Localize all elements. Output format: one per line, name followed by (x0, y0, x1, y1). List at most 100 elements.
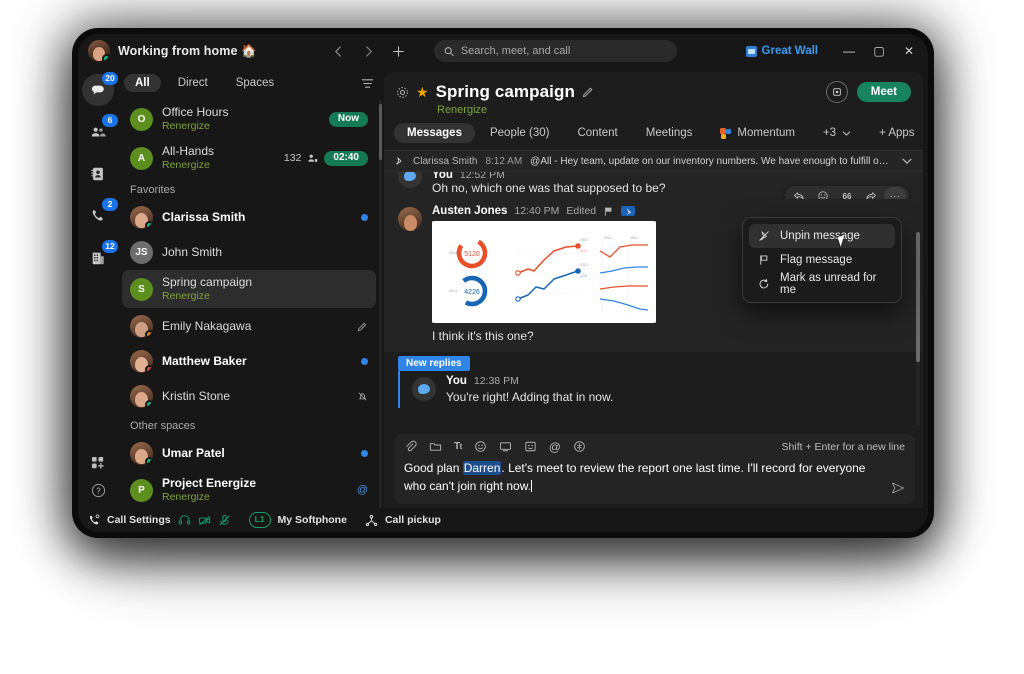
forward-button[interactable] (356, 38, 382, 64)
message-context-menu[interactable]: Unpin message Flag message Mark as unrea… (742, 217, 902, 303)
rail-item-meetings[interactable]: 6 (82, 114, 118, 148)
list-scrollbar-thumb[interactable] (379, 104, 382, 160)
filter-lines-icon[interactable] (361, 77, 374, 90)
list-item-emily-nakagawa[interactable]: Emily Nakagawa (122, 309, 376, 343)
tab-meetings[interactable]: Meetings (633, 123, 706, 143)
mic-off-icon[interactable] (218, 514, 231, 527)
minimize-button[interactable]: — (834, 37, 864, 65)
star-filled-icon[interactable]: ★ (416, 84, 429, 101)
format-text-icon[interactable]: Tt (454, 441, 462, 452)
filter-spaces[interactable]: Spaces (225, 74, 285, 92)
message-row[interactable]: You 12:52 PM Oh no, which one was that s… (384, 172, 923, 206)
avatar (398, 207, 422, 232)
emoji-icon[interactable] (474, 440, 487, 453)
unread-dot (361, 357, 368, 365)
rail-item-apps[interactable] (91, 456, 106, 471)
draft-pencil-icon (357, 321, 368, 332)
gear-icon[interactable] (396, 86, 409, 99)
context-menu-item-label: Unpin message (780, 230, 860, 242)
chevron-down-icon (842, 130, 851, 136)
context-menu-item-mark-unread[interactable]: Mark as unread for me (749, 272, 895, 296)
record-square-icon[interactable] (825, 81, 848, 103)
rail-item-calls[interactable]: 2 (82, 198, 118, 232)
close-button[interactable]: ✕ (894, 37, 924, 65)
pencil-icon[interactable] (582, 86, 594, 98)
call-pickup-group[interactable]: Call pickup (365, 514, 441, 527)
dashboard-chart-image[interactable]: 5120 2014 4226 2013 2014 5120 2013 4226 … (432, 221, 656, 324)
filter-direct[interactable]: Direct (167, 74, 219, 92)
composer-text-before: Good plan (404, 460, 463, 475)
avatar[interactable] (88, 40, 110, 62)
list-item-spring-campaign[interactable]: S Spring campaign Renergize (122, 270, 376, 308)
tab-content[interactable]: Content (564, 123, 630, 143)
list-scrollbar-track[interactable] (379, 100, 382, 508)
app-body: 20 6 2 12 ? All Direct Spaces O Office H… (78, 68, 928, 508)
rail-item-contacts[interactable] (82, 158, 114, 190)
filter-all[interactable]: All (124, 74, 161, 92)
message-list[interactable]: You 12:52 PM Oh no, which one was that s… (384, 172, 923, 430)
message-text: I think it's this one? (432, 329, 534, 344)
message-author: You (432, 172, 453, 178)
list-item-project-energize[interactable]: P Project Energize Renergize @ (122, 471, 376, 508)
camera-off-icon[interactable] (198, 514, 211, 527)
message-time: 12:40 PM (514, 205, 560, 218)
presence-indicator (145, 399, 153, 408)
rail-badge-meetings: 6 (102, 114, 118, 127)
call-pickup-label: Call pickup (384, 514, 441, 526)
rail-item-help[interactable]: ? (91, 483, 106, 498)
message-composer[interactable]: Tt @ Shift + Enter for a new line Good p… (394, 433, 915, 504)
list-item-title: Project Energize (162, 475, 257, 490)
list-item-john-smith[interactable]: JS John Smith (122, 235, 376, 269)
conversation-list-pane: All Direct Spaces O Office Hours Renergi… (118, 68, 384, 508)
context-menu-item-unpin-message[interactable]: Unpin message (749, 224, 895, 248)
user-status-text[interactable]: Working from home 🏠 (118, 44, 257, 59)
composer-mention: Darren (462, 460, 502, 475)
folder-icon[interactable] (429, 440, 442, 453)
list-item-clarissa-smith[interactable]: Clarissa Smith (122, 200, 376, 234)
status-badge: Now (328, 111, 368, 127)
list-item[interactable]: O Office Hours Renergize Now (122, 100, 376, 138)
message-scrollbar-thumb[interactable] (916, 232, 920, 362)
rail-item-messages[interactable]: 20 (82, 72, 118, 106)
list-item[interactable]: A All-Hands Renergize 132 02:40 (122, 139, 376, 177)
conversation-list[interactable]: O Office Hours Renergize Now A All-Hands… (118, 100, 384, 508)
context-menu-item-flag-message[interactable]: Flag message (749, 248, 895, 272)
headset-icon[interactable] (178, 514, 191, 527)
composer-input[interactable]: Good plan Darren. Let's meet to review t… (404, 459, 905, 496)
tab-people[interactable]: People (30) (477, 123, 562, 143)
avatar: S (130, 277, 153, 301)
meet-button[interactable]: Meet (856, 82, 911, 102)
list-item-subtitle: Renergize (162, 119, 210, 132)
mention-icon[interactable]: @ (549, 440, 561, 454)
tab-momentum[interactable]: Momentum (707, 123, 808, 143)
list-item-title: Office Hours (162, 104, 229, 119)
attach-icon[interactable] (404, 440, 417, 453)
search-bar[interactable] (433, 40, 677, 62)
flag-icon[interactable] (603, 206, 614, 217)
screenshot-root: Working from home 🏠 Search, meet, and ca… (0, 0, 1024, 674)
list-item-kristin-stone[interactable]: Kristin Stone (122, 379, 376, 413)
back-button[interactable] (326, 38, 352, 64)
maximize-button[interactable]: ▢ (864, 37, 894, 65)
presence-indicator (102, 54, 110, 62)
tab-messages[interactable]: Messages (394, 123, 475, 143)
list-item-matthew-baker[interactable]: Matthew Baker (122, 344, 376, 378)
list-item-umar-patel[interactable]: Umar Patel (122, 436, 376, 470)
tab-add-apps[interactable]: + Apps (866, 123, 923, 143)
rail-item-spaces[interactable]: 12 (82, 240, 118, 274)
sticker-icon[interactable] (524, 440, 537, 453)
window-controls: — ▢ ✕ (834, 37, 924, 65)
unread-dot (361, 449, 368, 457)
softphone-group[interactable]: L1 My Softphone (248, 512, 347, 528)
pinned-message-banner[interactable]: Clarissa Smith 8:12 AM @All - Hey team, … (384, 150, 923, 172)
new-item-button[interactable] (386, 38, 412, 64)
gif-icon[interactable] (573, 440, 586, 453)
send-icon[interactable] (891, 481, 905, 495)
space-panel: ★ Spring campaign Meet Renergize Message… (384, 72, 923, 508)
screen-share-icon[interactable] (499, 440, 512, 453)
call-settings-group[interactable]: Call Settings (88, 514, 231, 527)
chevron-down-icon[interactable] (901, 155, 913, 167)
search-input[interactable] (460, 45, 667, 57)
pinned-indicator-icon[interactable] (621, 206, 636, 217)
tab-more-overflow[interactable]: +3 (810, 123, 864, 143)
